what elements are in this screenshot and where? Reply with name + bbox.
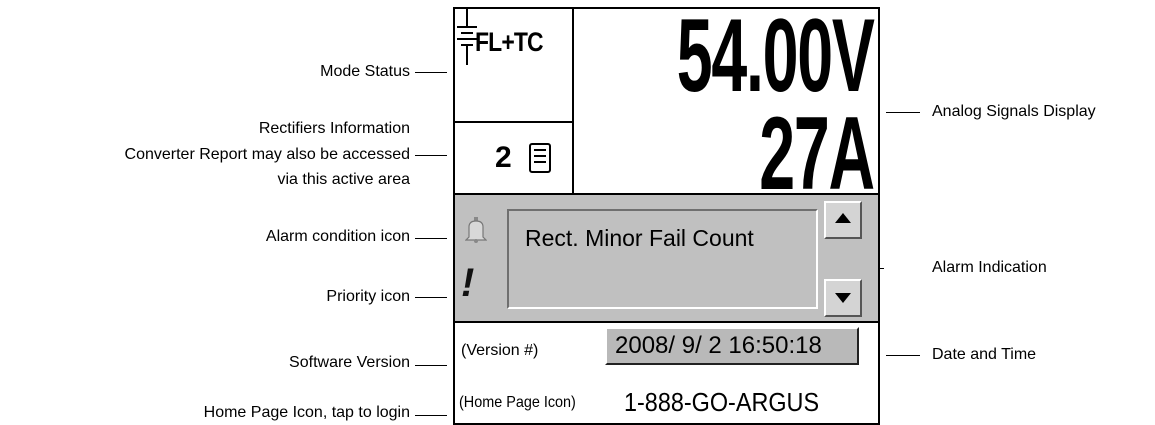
leader-rectifiers [415,155,447,156]
rectifiers-info-area[interactable]: 2 [455,123,572,193]
alarm-panel: ! Rect. Minor Fail Count [455,195,878,321]
scroll-down-button[interactable] [824,279,862,317]
arrow-up-icon [835,213,851,223]
label-date-time: Date and Time [932,346,1037,363]
alarm-indication-box[interactable]: Rect. Minor Fail Count [507,209,818,309]
label-analog-signals: Analog Signals Display [932,103,1096,120]
scroll-up-button[interactable] [824,201,862,239]
label-home-page: Home Page Icon, tap to login [203,404,410,421]
label-mode-status: Mode Status [320,63,410,80]
label-rectifiers-line3: via this active area [277,171,410,188]
mode-status-area[interactable]: FL+TC [455,9,572,121]
alarm-text: Rect. Minor Fail Count [525,225,754,251]
label-alarm-icon: Alarm condition icon [265,228,410,245]
report-document-icon [529,143,551,173]
arrow-down-icon [835,293,851,303]
divider-vertical [572,9,574,193]
rectifier-count: 2 [495,141,512,174]
label-software-version: Software Version [289,354,410,371]
label-rectifiers-line1: Rectifiers Information [258,120,410,137]
divider-alarm-bottom [455,321,878,323]
leader-alarm-icon [415,238,447,239]
leader-home-page [415,415,447,416]
label-rectifiers-line2: Converter Report may also be accessed [124,146,410,163]
label-priority-icon: Priority icon [326,288,410,305]
software-version-text: (Version #) [461,342,539,359]
mode-status-text: FL+TC [475,27,544,57]
bell-icon [465,217,487,243]
battery-symbol-icon [457,9,477,65]
home-page-icon[interactable]: (Home Page Icon) [459,394,576,412]
leader-analog [886,112,920,113]
date-time-text: 2008/ 9/ 2 16:50:18 [615,332,822,359]
leader-software-version [415,365,447,366]
priority-icon: ! [461,261,475,305]
controller-screen: FL+TC 2 54.00V 27A ! Rect. Minor Fail Co… [453,7,880,425]
leader-mode-status [415,72,447,73]
date-time-display[interactable]: 2008/ 9/ 2 16:50:18 [605,327,859,365]
phone-number: 1-888-GO-ARGUS [624,387,820,417]
label-alarm-indication: Alarm Indication [932,259,1047,276]
leader-priority-icon [415,297,447,298]
leader-date-time [886,355,920,356]
